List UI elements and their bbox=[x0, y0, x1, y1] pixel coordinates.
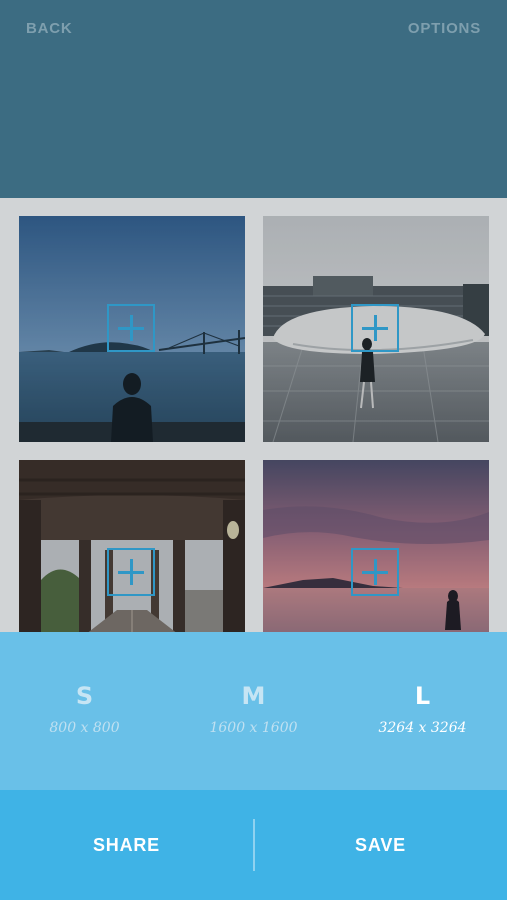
action-bar: SHARE SAVE bbox=[0, 790, 507, 900]
size-dimensions: 800 x 800 bbox=[49, 720, 120, 736]
share-button[interactable]: SHARE bbox=[0, 790, 253, 900]
size-option-medium[interactable]: M 1600 x 1600 bbox=[169, 682, 338, 736]
photo-tile-bay-bridge[interactable] bbox=[19, 216, 245, 442]
add-photo-icon[interactable] bbox=[107, 548, 155, 596]
add-photo-icon[interactable] bbox=[351, 548, 399, 596]
photo-tile-pavilion[interactable] bbox=[263, 216, 489, 442]
tile-overlay bbox=[19, 460, 245, 632]
options-button[interactable]: OPTIONS bbox=[408, 20, 481, 37]
size-selector: S 800 x 800 M 1600 x 1600 L 3264 x 3264 bbox=[0, 632, 507, 790]
photo-grid bbox=[0, 198, 507, 632]
header-bar: BACK OPTIONS bbox=[0, 0, 507, 198]
back-button[interactable]: BACK bbox=[26, 20, 73, 37]
size-option-large[interactable]: L 3264 x 3264 bbox=[338, 682, 507, 736]
photo-tile-bridge-underpass[interactable] bbox=[19, 460, 245, 632]
photo-tile-sunset[interactable] bbox=[263, 460, 489, 632]
tile-overlay bbox=[263, 460, 489, 632]
size-letter: L bbox=[414, 682, 431, 710]
size-letter: S bbox=[75, 682, 94, 710]
add-photo-icon[interactable] bbox=[107, 304, 155, 352]
save-button[interactable]: SAVE bbox=[254, 790, 507, 900]
size-dimensions: 1600 x 1600 bbox=[209, 720, 298, 736]
add-photo-icon[interactable] bbox=[351, 304, 399, 352]
size-letter: M bbox=[241, 682, 266, 710]
size-option-small[interactable]: S 800 x 800 bbox=[0, 682, 169, 736]
size-dimensions: 3264 x 3264 bbox=[378, 720, 467, 736]
